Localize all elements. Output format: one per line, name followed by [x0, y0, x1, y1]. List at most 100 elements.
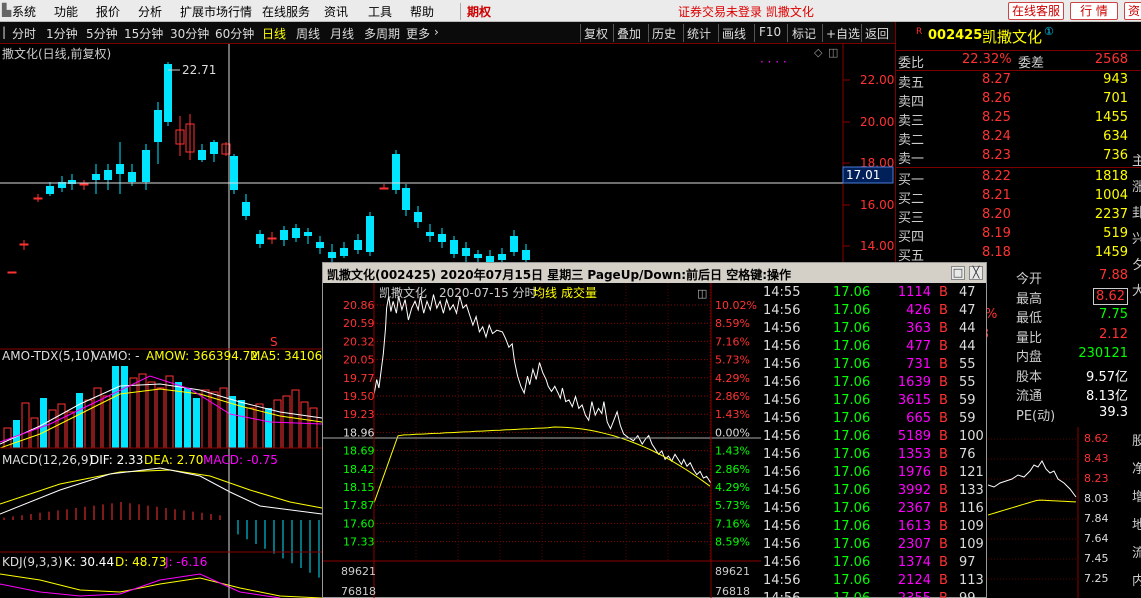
- quote-button[interactable]: 行 情: [1070, 2, 1118, 20]
- minimize-icon[interactable]: □: [951, 266, 965, 280]
- tick-row[interactable]: 14:56 17.06 5189 B 100: [761, 428, 986, 446]
- tick-row[interactable]: 14:55 17.06 1114 B 47: [761, 284, 986, 302]
- tick-time: 14:56: [763, 447, 801, 462]
- tick-count: 116: [959, 501, 984, 516]
- info-button[interactable]: 资: [1124, 2, 1141, 20]
- tick-list[interactable]: 14:55 17.06 1114 B 47 14:56 17.06 426 B 47 14:56 17…: [761, 283, 986, 598]
- tick-row[interactable]: 14:56 17.06 2367 B 116: [761, 500, 986, 518]
- weicha-value: 2568: [1094, 52, 1128, 67]
- popup-titlebar[interactable]: 凯撒文化(002425) 2020年07月15日 星期三 PageUp/Down…: [323, 263, 986, 283]
- back-button[interactable]: 返回: [865, 25, 889, 42]
- tick-volume: 665: [906, 411, 931, 426]
- macd-label: MACD(12,26,9): [2, 453, 93, 467]
- menu-online-service[interactable]: 在线服务: [262, 3, 310, 20]
- stats-button[interactable]: 统计: [687, 25, 711, 42]
- tab-5min[interactable]: 5分钟: [86, 25, 118, 42]
- tick-row[interactable]: 14:56 17.06 3615 B 59: [761, 392, 986, 410]
- tick-row[interactable]: 14:56 17.06 1639 B 55: [761, 374, 986, 392]
- expand-icon[interactable]: ◫: [697, 287, 707, 300]
- tick-row[interactable]: 14:56 17.06 665 B 59: [761, 410, 986, 428]
- chevron-right-icon[interactable]: ›: [434, 25, 439, 39]
- draw-button[interactable]: 画线: [722, 25, 746, 42]
- mini-side-label: 地: [1132, 518, 1141, 533]
- stat-value: 2.12: [1099, 326, 1128, 342]
- close-icon[interactable]: ╳: [969, 266, 983, 280]
- tick-row[interactable]: 14:56 17.06 3992 B 133: [761, 482, 986, 500]
- history-button[interactable]: 历史: [652, 25, 676, 42]
- tab-60min[interactable]: 60分钟: [215, 25, 254, 42]
- kdj-d-line: [0, 573, 323, 598]
- mark-button[interactable]: 标记: [792, 25, 816, 42]
- menu-options[interactable]: 期权: [460, 3, 491, 20]
- tick-row[interactable]: 14:56 17.06 1976 B 121: [761, 464, 986, 482]
- tick-row[interactable]: 14:56 17.06 2124 B 113: [761, 572, 986, 590]
- add-watchlist-button[interactable]: +自选: [826, 25, 860, 42]
- tab-multi-period[interactable]: 多周期: [364, 25, 400, 42]
- stat-label: 内盘: [1016, 350, 1043, 365]
- sell-row[interactable]: 卖五 8.27 943: [896, 71, 1141, 91]
- amo-bar: [76, 393, 83, 448]
- tick-row[interactable]: 14:56 17.06 426 B 47: [761, 302, 986, 320]
- menu-help[interactable]: 帮助: [410, 3, 434, 20]
- info-icon[interactable]: ①: [1044, 25, 1054, 38]
- sell-row[interactable]: 卖二 8.24 634: [896, 128, 1141, 148]
- intraday-popup[interactable]: 凯撒文化(002425) 2020年07月15日 星期三 PageUp/Down…: [322, 262, 987, 598]
- settings-diamond-icon[interactable]: ◇: [814, 46, 823, 59]
- tab-monthly[interactable]: 月线: [330, 25, 354, 42]
- sell-row[interactable]: 卖三 8.25 1455: [896, 109, 1141, 129]
- sell-row[interactable]: 卖一 8.23 736: [896, 147, 1141, 167]
- tick-row[interactable]: 14:56 17.06 477 B 44: [761, 338, 986, 356]
- tab-daily[interactable]: 日线: [262, 25, 286, 42]
- sell-price: 8.24: [982, 129, 1011, 144]
- overlay-button[interactable]: 叠加: [617, 25, 641, 42]
- intraday-price-tick: 18.42: [343, 463, 375, 476]
- buy-row[interactable]: 买五 8.18 1459: [896, 244, 1141, 264]
- tick-price: 17.06: [833, 375, 871, 390]
- tab-1min[interactable]: 1分钟: [46, 25, 78, 42]
- online-service-button[interactable]: 在线客服: [1008, 2, 1064, 20]
- tick-row[interactable]: 14:56 17.06 2307 B 109: [761, 536, 986, 554]
- tab-weekly[interactable]: 周线: [296, 25, 320, 42]
- adjust-button[interactable]: 复权: [584, 25, 608, 42]
- tick-side: B: [939, 555, 948, 570]
- buy-row[interactable]: 买一 8.22 1818: [896, 168, 1141, 188]
- stat-value: 8.62: [1093, 287, 1128, 305]
- menu-tools[interactable]: 工具: [368, 3, 392, 20]
- r-badge: R: [916, 27, 923, 37]
- app-icon[interactable]: ▙: [2, 3, 11, 17]
- menu-extended-market[interactable]: 扩展市场行情: [180, 3, 252, 20]
- tick-row[interactable]: 14:56 17.06 363 B 44: [761, 320, 986, 338]
- menu-news[interactable]: 资讯: [324, 3, 348, 20]
- buy-volume: 1004: [1094, 188, 1128, 203]
- tick-count: 109: [959, 519, 984, 534]
- mini-side-label: 内: [1132, 574, 1141, 589]
- toolbar-divider: [580, 24, 581, 42]
- tick-row[interactable]: 14:56 17.06 731 B 55: [761, 356, 986, 374]
- buy-row[interactable]: 买四 8.19 519: [896, 225, 1141, 245]
- candle-body: [366, 216, 374, 252]
- tick-row[interactable]: 14:56 17.06 1374 B 97: [761, 554, 986, 572]
- scroll-left-icon[interactable]: |: [2, 25, 6, 39]
- candle-body: [267, 237, 277, 240]
- menu-quote[interactable]: 报价: [96, 3, 120, 20]
- stat-label: PE(动): [1016, 408, 1056, 424]
- tab-15min[interactable]: 15分钟: [124, 25, 163, 42]
- tick-row[interactable]: 14:56 17.06 1613 B 109: [761, 518, 986, 536]
- tab-intraday[interactable]: 分时: [12, 25, 36, 42]
- menu-analysis[interactable]: 分析: [138, 3, 162, 20]
- tick-volume: 1613: [897, 519, 931, 534]
- buy-row[interactable]: 买三 8.20 2237: [896, 206, 1141, 226]
- expand-icon[interactable]: ◫: [828, 46, 838, 59]
- tab-more[interactable]: 更多: [406, 25, 430, 42]
- menu-system[interactable]: 系统: [12, 3, 36, 20]
- menu-function[interactable]: 功能: [54, 3, 78, 20]
- intraday-pct-tick: 4.29%: [715, 481, 750, 494]
- buy-row[interactable]: 买二 8.21 1004: [896, 187, 1141, 207]
- intraday-chart[interactable]: 凯撒文化 2020-07-15 分时 均线 成交量 ◫ 20.8620.5920…: [323, 283, 761, 598]
- tab-30min[interactable]: 30分钟: [170, 25, 209, 42]
- f10-button[interactable]: F10: [759, 25, 781, 39]
- volume-tick: 76818: [341, 585, 376, 598]
- tick-row[interactable]: 14:56 17.06 1353 B 76: [761, 446, 986, 464]
- tick-row[interactable]: 14:56 17.06 2355 B 99: [761, 590, 986, 598]
- sell-row[interactable]: 卖四 8.26 701: [896, 90, 1141, 110]
